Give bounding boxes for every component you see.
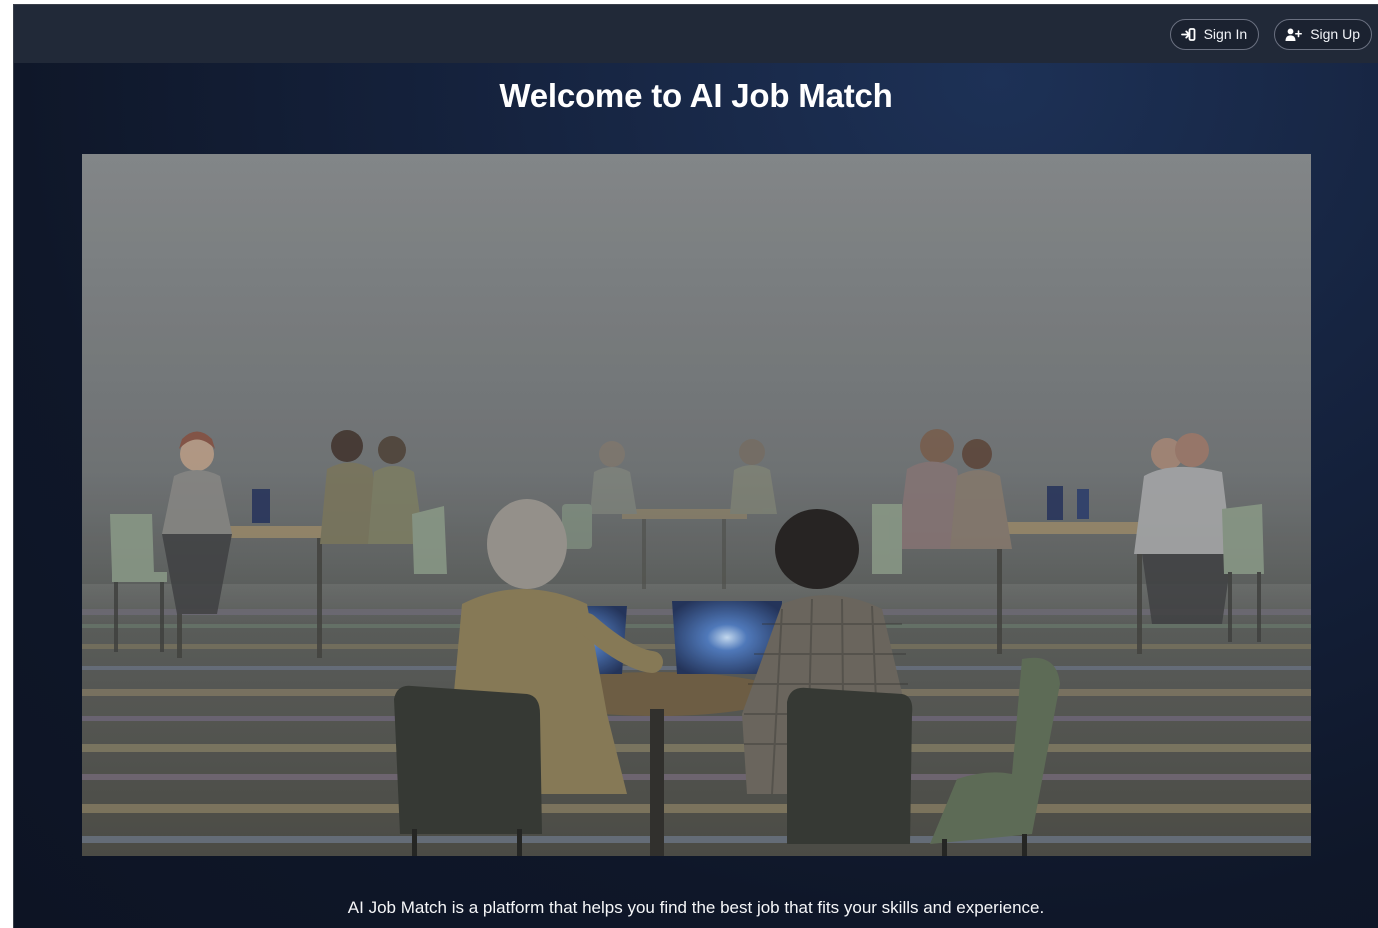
user-plus-icon xyxy=(1285,28,1303,41)
hero-image xyxy=(82,154,1311,856)
browser-frame: Sign In Sign Up Welcome to AI Job Match xyxy=(0,0,1378,928)
app-window: Sign In Sign Up Welcome to AI Job Match xyxy=(13,4,1378,928)
hero-illustration xyxy=(82,154,1311,856)
page-title: Welcome to AI Job Match xyxy=(499,77,893,114)
tagline-text: AI Job Match is a platform that helps yo… xyxy=(347,898,1045,917)
sign-up-label: Sign Up xyxy=(1310,26,1360,42)
sign-in-button[interactable]: Sign In xyxy=(1169,18,1260,50)
sign-in-label: Sign In xyxy=(1203,26,1248,42)
sign-up-button[interactable]: Sign Up xyxy=(1274,18,1372,50)
top-navbar: Sign In Sign Up xyxy=(14,5,1378,63)
sign-in-icon xyxy=(1180,27,1195,41)
